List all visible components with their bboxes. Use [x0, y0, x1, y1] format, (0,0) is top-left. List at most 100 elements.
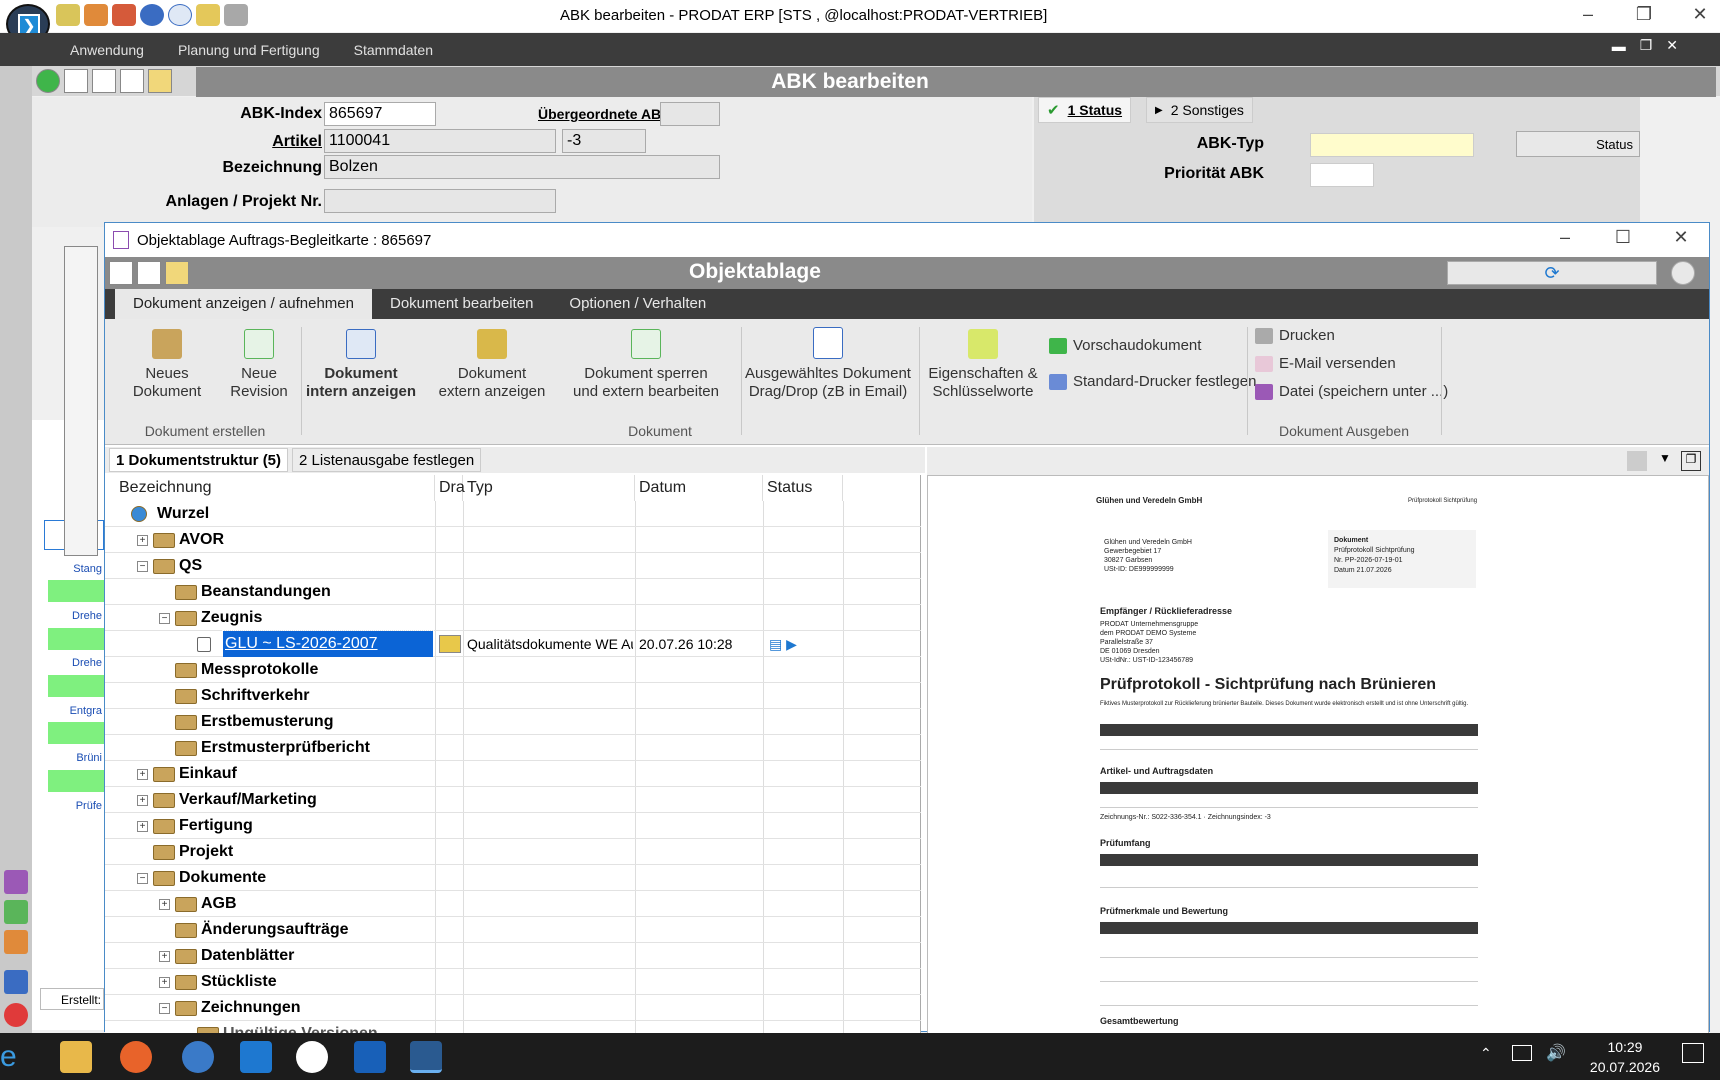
expand-icon[interactable]: +: [137, 769, 148, 780]
show-external-button[interactable]: Dokument extern anzeigen: [427, 329, 557, 401]
tree-icon[interactable]: [4, 900, 28, 924]
app-icon[interactable]: [182, 1041, 214, 1073]
bezeichnung-field[interactable]: Bolzen: [324, 155, 720, 179]
show-internal-button[interactable]: Dokument intern anzeigen: [305, 329, 417, 401]
collapse-icon[interactable]: −: [159, 1003, 170, 1014]
dialog-maximize-icon[interactable]: ☐: [1603, 227, 1643, 248]
clock[interactable]: 10:29 20.07.2026: [1590, 1037, 1660, 1077]
vscode-icon[interactable]: [240, 1041, 272, 1073]
box-icon[interactable]: [112, 4, 136, 26]
restore-icon[interactable]: ❐: [1624, 4, 1664, 25]
col-status[interactable]: Status: [763, 475, 843, 501]
restore-pane-icon[interactable]: ❐: [1681, 451, 1701, 471]
menu-stammdaten[interactable]: Stammdaten: [354, 42, 433, 58]
gears-icon[interactable]: [224, 4, 248, 26]
tree-row[interactable]: − QS: [105, 553, 921, 579]
tree-row[interactable]: + Verkauf/Marketing: [105, 787, 921, 813]
chevron-up-icon[interactable]: ⌃: [1480, 1045, 1492, 1062]
save-check-icon[interactable]: [36, 69, 60, 93]
refresh-icon[interactable]: ⟳: [1447, 261, 1657, 285]
dialog-minimize-icon[interactable]: –: [1545, 227, 1585, 248]
col-bezeichnung[interactable]: Bezeichnung: [105, 475, 435, 501]
col-dra[interactable]: Dra: [435, 475, 465, 501]
tab-dokument-bearbeiten[interactable]: Dokument bearbeiten: [372, 289, 551, 319]
dragdrop-button[interactable]: Ausgewähltes Dokument Drag/Drop (zB in E…: [745, 327, 911, 401]
drag-icon[interactable]: [439, 635, 461, 653]
tree-row[interactable]: Erstbemusterung: [105, 709, 921, 735]
tree-row[interactable]: Beanstandungen: [105, 579, 921, 605]
tab-dokument-anzeigen[interactable]: Dokument anzeigen / aufnehmen: [115, 289, 372, 319]
outlook-icon[interactable]: [354, 1041, 386, 1073]
abk-typ-field[interactable]: [1310, 133, 1474, 157]
tab-sonstiges[interactable]: ▶ 2 Sonstiges: [1146, 97, 1253, 123]
tree-row[interactable]: + Datenblätter: [105, 943, 921, 969]
expand-icon[interactable]: +: [159, 951, 170, 962]
book-icon[interactable]: [4, 970, 28, 994]
tree-row[interactable]: + AVOR: [105, 527, 921, 553]
expand-icon[interactable]: +: [137, 821, 148, 832]
grid-cell[interactable]: Drehe: [48, 605, 104, 627]
mdi-minimize-icon[interactable]: ▬: [1612, 38, 1626, 54]
mr-icon[interactable]: [140, 4, 164, 26]
firefox-icon[interactable]: [120, 1041, 152, 1073]
anlagen-field[interactable]: [324, 189, 556, 213]
expand-icon[interactable]: +: [137, 795, 148, 806]
menu-planung[interactable]: Planung und Fertigung: [178, 42, 320, 58]
mdi-close-icon[interactable]: ✕: [1666, 37, 1678, 54]
artikel-suffix-field[interactable]: -3: [562, 129, 646, 153]
close-icon[interactable]: ✕: [1680, 4, 1720, 25]
std-printer-button[interactable]: Standard-Drucker festlegen: [1049, 373, 1256, 390]
tab-listenausgabe[interactable]: 2 Listenausgabe festlegen: [292, 448, 482, 472]
tree-row[interactable]: + Einkauf: [105, 761, 921, 787]
artikel-field[interactable]: 1100041: [324, 129, 556, 153]
tree-row[interactable]: Erstmusterprüfbericht: [105, 735, 921, 761]
grid-cell[interactable]: Drehe: [48, 652, 104, 674]
save-icon[interactable]: [4, 870, 28, 894]
menu-anwendung[interactable]: Anwendung: [70, 42, 144, 58]
pencil-icon[interactable]: [56, 4, 80, 26]
tree-row[interactable]: + Stückliste: [105, 969, 921, 995]
chart-icon[interactable]: [4, 930, 28, 954]
tree-row[interactable]: Änderungsaufträge: [105, 917, 921, 943]
collapse-icon[interactable]: −: [159, 613, 170, 624]
prioritaet-field[interactable]: [1310, 163, 1374, 187]
abk-index-field[interactable]: 865697: [324, 102, 436, 126]
tree-row[interactable]: − Dokumente: [105, 865, 921, 891]
ie-icon[interactable]: e: [0, 1041, 32, 1073]
tab-status[interactable]: ✔ 1 Status: [1038, 97, 1132, 123]
save-file-button[interactable]: Datei (speichern unter ...): [1255, 383, 1448, 400]
mdi-restore-icon[interactable]: ❐: [1640, 37, 1653, 54]
paste-icon[interactable]: [120, 69, 144, 93]
prodat-taskbar-icon[interactable]: [410, 1041, 442, 1073]
new-revision-button[interactable]: Neue Revision: [219, 329, 299, 401]
tree-row[interactable]: + Fertigung: [105, 813, 921, 839]
grid-cell[interactable]: Entgra: [48, 700, 104, 722]
tree-row[interactable]: − Zeichnungen: [105, 995, 921, 1021]
properties-button[interactable]: Eigenschaften & Schlüsselworte: [923, 329, 1043, 401]
collapse-icon[interactable]: −: [137, 561, 148, 572]
col-datum[interactable]: Datum: [635, 475, 763, 501]
network-icon[interactable]: [1512, 1045, 1532, 1061]
status-icons[interactable]: ▤ ▶: [769, 631, 797, 657]
parent-abk-link[interactable]: Übergeordnete ABK: [538, 106, 671, 122]
tree-row[interactable]: GLU ~ LS-2026-2007 Qualitätsdokumente WE …: [105, 630, 921, 658]
new-document-button[interactable]: Neues Dokument: [117, 329, 217, 401]
window-icon[interactable]: [64, 69, 88, 93]
teamviewer-icon[interactable]: [296, 1041, 328, 1073]
notification-icon[interactable]: [1682, 1043, 1704, 1063]
expand-icon[interactable]: +: [137, 535, 148, 546]
expand-icon[interactable]: +: [159, 899, 170, 910]
expand-icon[interactable]: +: [159, 977, 170, 988]
parent-abk-field[interactable]: [660, 102, 720, 126]
clock-icon[interactable]: [168, 4, 192, 26]
dialog-close-icon[interactable]: ✕: [1661, 227, 1701, 248]
folder-icon[interactable]: [196, 4, 220, 26]
tree-row[interactable]: + AGB: [105, 891, 921, 917]
grid-cell[interactable]: Brüni: [48, 747, 104, 769]
lock-edit-button[interactable]: Dokument sperren und extern bearbeiten: [561, 329, 731, 401]
tree-row[interactable]: Projekt: [105, 839, 921, 865]
artikel-link[interactable]: Artikel: [132, 133, 322, 151]
tree-row[interactable]: Wurzel: [105, 501, 921, 527]
preview-doc-button[interactable]: Vorschaudokument: [1049, 337, 1201, 354]
print-preview-icon[interactable]: [1627, 451, 1647, 471]
